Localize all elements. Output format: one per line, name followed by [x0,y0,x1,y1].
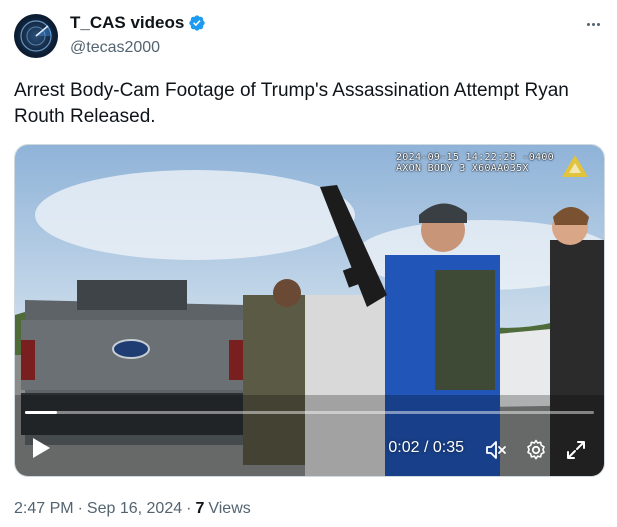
bodycam-datetime: 2024-09-15 14:22:28 -0400 [395,152,554,163]
fullscreen-button[interactable] [564,438,588,462]
tweet-date[interactable]: Sep 16, 2024 [87,500,182,518]
avatar[interactable] [14,14,58,58]
views-count: 7 [195,500,205,517]
mute-button[interactable] [484,438,508,462]
author-display-name[interactable]: T_CAS videos [70,13,184,33]
tweet-meta: 2:47 PM · Sep 16, 2024 · 7 Views [14,500,251,518]
bodycam-device-id: AXON BODY 3 X60AA035X [395,163,529,174]
meta-separator: · [186,500,192,517]
meta-separator: · [77,500,83,517]
bodycam-overlay: 2024-09-15 14:22:28 -0400 AXON BODY 3 X6… [396,152,554,174]
video-progress-bar[interactable] [25,411,594,414]
video-controls: 0:02 / 0:35 [15,420,604,476]
tweet-time[interactable]: 2:47 PM [14,500,74,518]
axon-logo-icon [562,155,588,177]
tweet-text: Arrest Body-Cam Footage of Trump's Assas… [14,80,569,127]
play-icon [33,438,50,458]
verified-badge-icon [189,15,205,31]
play-button[interactable] [29,436,53,460]
author-handle[interactable]: @tecas2000 [70,39,160,57]
mute-icon [486,441,506,459]
views-label: Views [208,500,251,517]
video-time: 0:02 / 0:35 [388,439,464,456]
video-progress-fill [25,411,58,414]
settings-button[interactable] [524,438,548,462]
video-player[interactable]: 2024-09-15 14:22:28 -0400 AXON BODY 3 X6… [14,144,605,477]
avatar-radar-graphic [20,20,52,52]
fullscreen-icon [567,441,585,459]
settings-icon [527,439,545,460]
more-icon[interactable] [583,14,603,34]
